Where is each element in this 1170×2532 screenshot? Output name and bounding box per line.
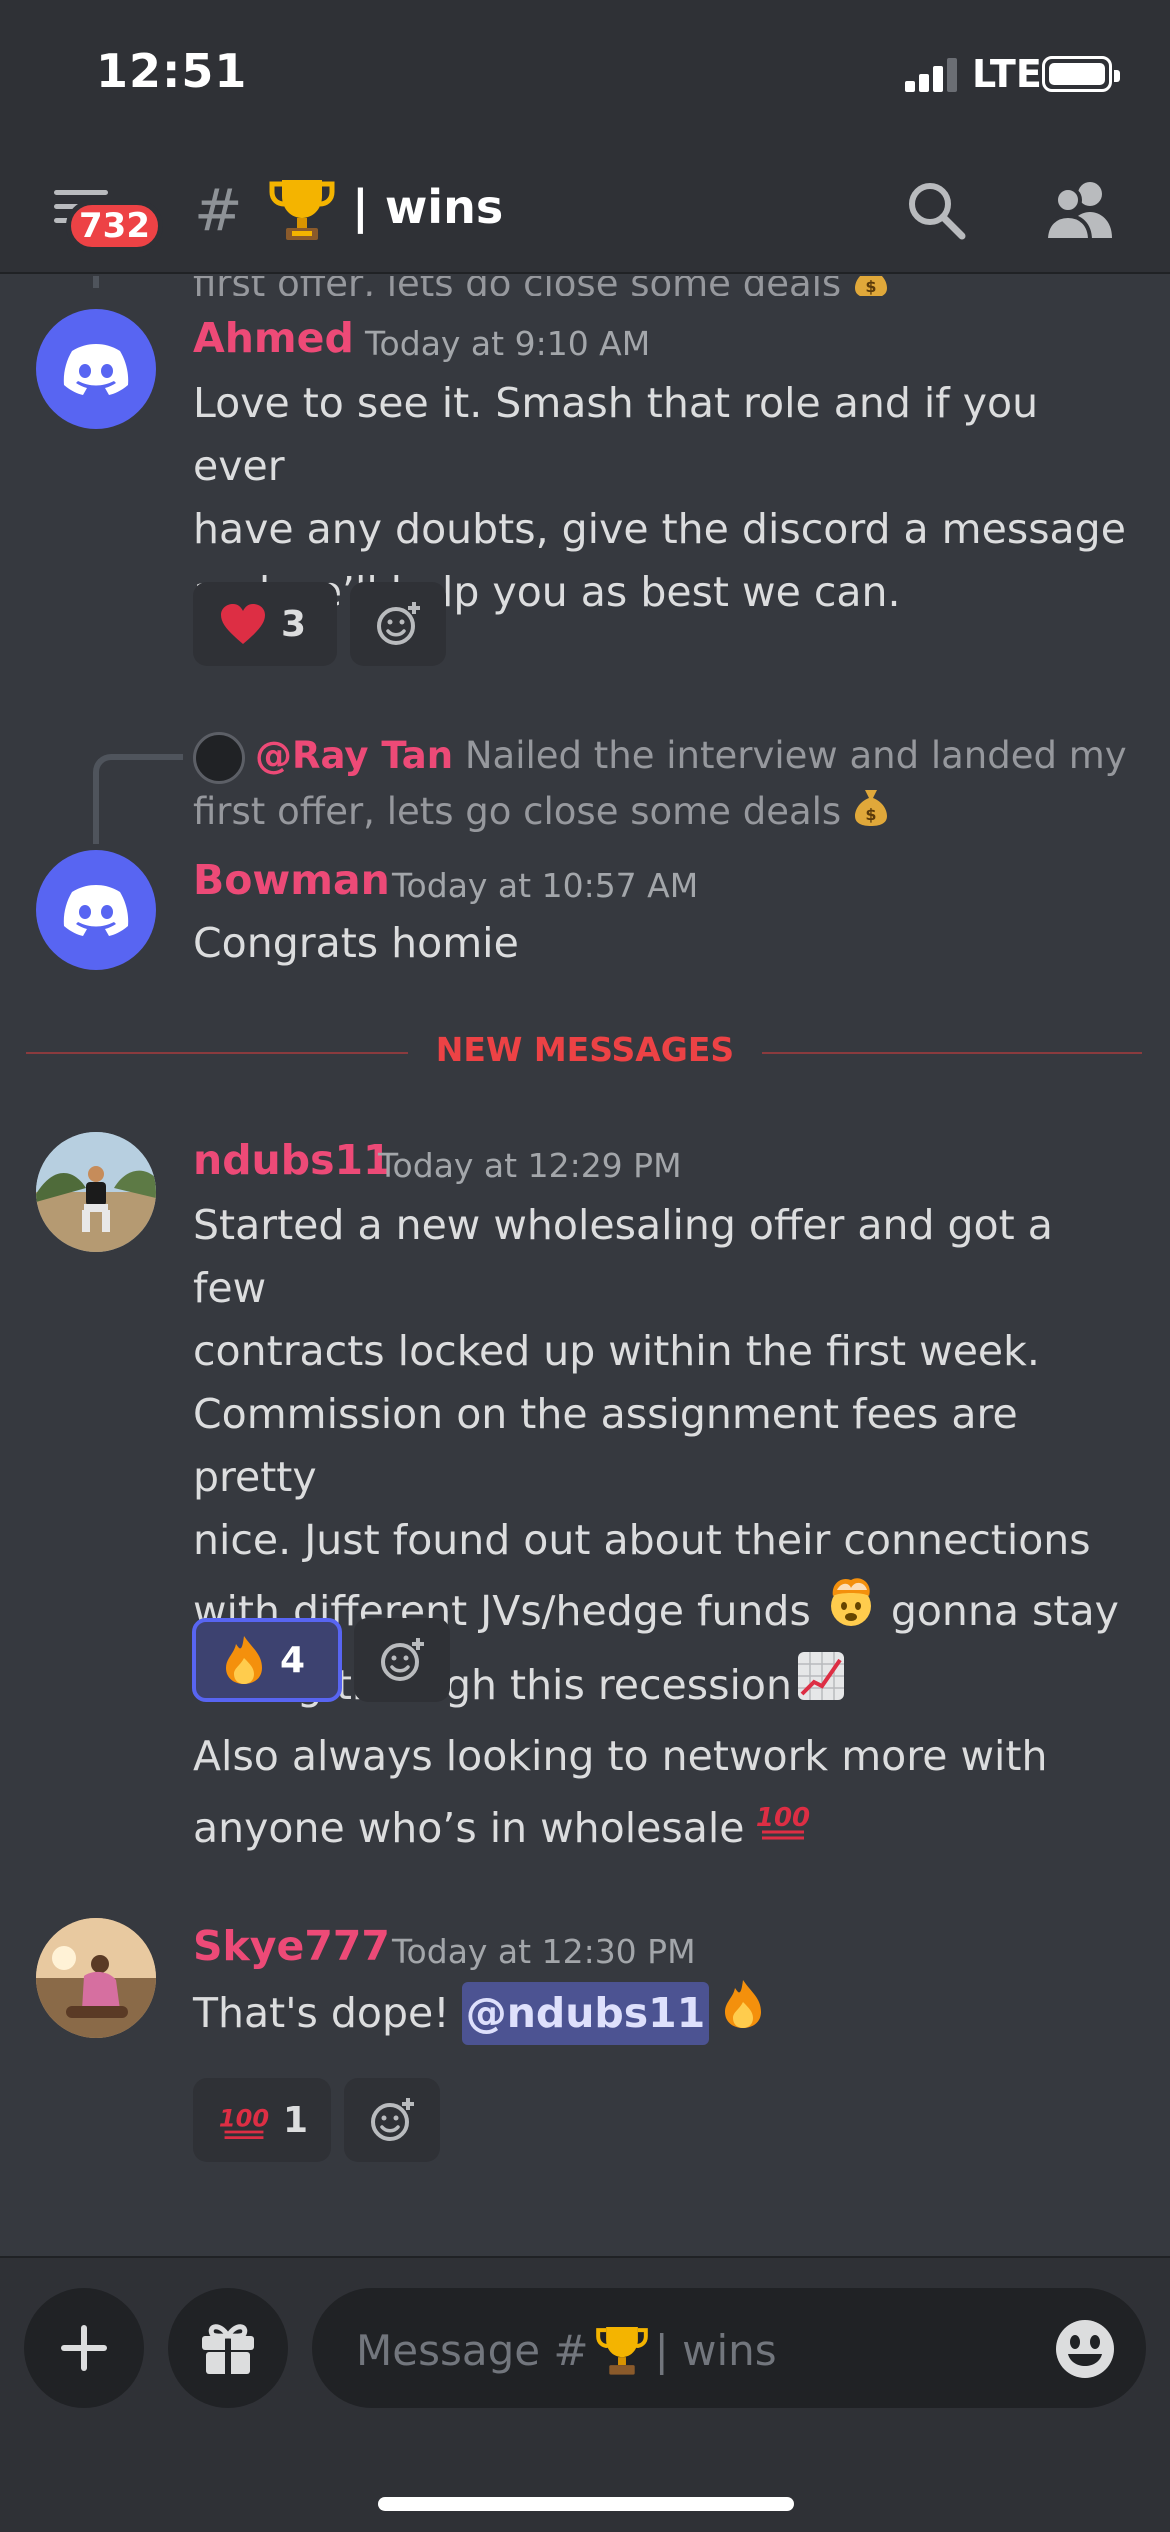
discord-logo-icon (63, 885, 129, 936)
hundred-points-icon: 100 (756, 1792, 811, 1864)
svg-text:$: $ (865, 805, 876, 824)
reply-author[interactable]: @Ray Tan (255, 734, 453, 777)
add-reaction-button[interactable] (344, 2078, 440, 2162)
new-messages-label: NEW MESSAGES (0, 1030, 1170, 1069)
user-mention[interactable]: @ndubs11 (461, 1981, 710, 2045)
avatar[interactable] (36, 1132, 156, 1252)
reaction-fire[interactable]: 4 (192, 1618, 342, 1702)
author-name[interactable]: Bowman (193, 856, 390, 904)
author-name[interactable]: Skye777 (193, 1922, 390, 1970)
message-input[interactable]: Message # | wins (312, 2288, 1146, 2408)
reply-preview[interactable]: first offer, lets go close some deals $ (193, 276, 1133, 296)
network-type: LTE (972, 52, 1042, 96)
trophy-icon (595, 2326, 648, 2375)
reply-preview[interactable]: @Ray Tan Nailed the interview and landed… (193, 728, 1133, 842)
add-reaction-button[interactable] (354, 1618, 450, 1702)
home-indicator[interactable] (378, 2497, 794, 2511)
message-content[interactable]: That's dope! @ndubs11 (193, 1978, 1133, 2048)
timestamp: Today at 9:10 AM (365, 324, 651, 363)
exploding-head-icon (823, 1574, 879, 1648)
reply-text: Nailed the interview and landed my (464, 734, 1127, 777)
reply-text: first offer, lets go close some deals (193, 276, 841, 296)
reply-connector (93, 754, 183, 844)
add-reaction-icon (381, 1638, 424, 1681)
avatar[interactable] (36, 850, 156, 970)
search-icon[interactable] (904, 178, 968, 242)
add-reaction-icon (371, 2098, 414, 2141)
message-composer: Message # | wins (0, 2256, 1170, 2532)
reply-avatar (193, 731, 245, 784)
money-bag-icon: $ (853, 276, 889, 296)
hash-icon: # (194, 176, 243, 244)
timestamp: Today at 12:29 PM (378, 1146, 682, 1185)
fire-icon (721, 1978, 765, 2048)
emoji-icon[interactable] (1054, 2318, 1116, 2380)
gift-icon (202, 2324, 254, 2374)
reply-connector (93, 276, 99, 288)
message-placeholder: Message # | wins (356, 2322, 777, 2378)
author-name[interactable]: Ahmed (193, 314, 354, 362)
heart-icon (221, 604, 265, 644)
svg-text:$: $ (865, 277, 876, 296)
timestamp: Today at 12:30 PM (392, 1932, 696, 1971)
author-name[interactable]: ndubs11 (193, 1136, 392, 1184)
hundred-points-icon: 100 (219, 2104, 269, 2139)
svg-text:100: 100 (756, 1803, 810, 1833)
user-photo (36, 1132, 156, 1252)
message-content[interactable]: Congrats homie (193, 912, 1133, 975)
user-photo (36, 1918, 156, 2038)
plus-icon (61, 2325, 107, 2371)
chart-increasing-icon (796, 1650, 846, 1720)
add-reaction-icon (377, 602, 420, 645)
reaction-hundred[interactable]: 100 1 (193, 2078, 331, 2162)
avatar[interactable] (36, 309, 156, 429)
attach-button[interactable] (24, 2288, 144, 2408)
status-time: 12:51 (96, 44, 248, 98)
reply-text: first offer, lets go close some deals (193, 790, 842, 833)
fire-icon (226, 1636, 262, 1684)
unread-badge: 732 (66, 200, 163, 252)
add-reaction-button[interactable] (350, 582, 446, 666)
battery-icon (1042, 56, 1120, 92)
message-content[interactable]: Love to see it. Smash that role and if y… (193, 372, 1133, 624)
svg-text:100: 100 (219, 2104, 269, 2132)
message-content[interactable]: Also always looking to network more with… (193, 1720, 1133, 1864)
trophy-icon (269, 180, 335, 240)
timestamp: Today at 10:57 AM (392, 866, 699, 905)
avatar[interactable] (36, 1918, 156, 2038)
money-bag-icon: $ (853, 786, 889, 842)
members-icon[interactable] (1044, 176, 1114, 242)
channel-name[interactable]: | wins (352, 180, 503, 234)
channel-header: 732 # | wins (0, 150, 1170, 274)
cellular-signal-icon (905, 58, 965, 92)
reaction-heart[interactable]: 3 (193, 582, 337, 666)
message-feed[interactable]: first offer, lets go close some deals $ … (0, 276, 1170, 2254)
discord-logo-icon (63, 344, 129, 395)
gift-button[interactable] (168, 2288, 288, 2408)
status-bar: 12:51 LTE (0, 0, 1170, 150)
